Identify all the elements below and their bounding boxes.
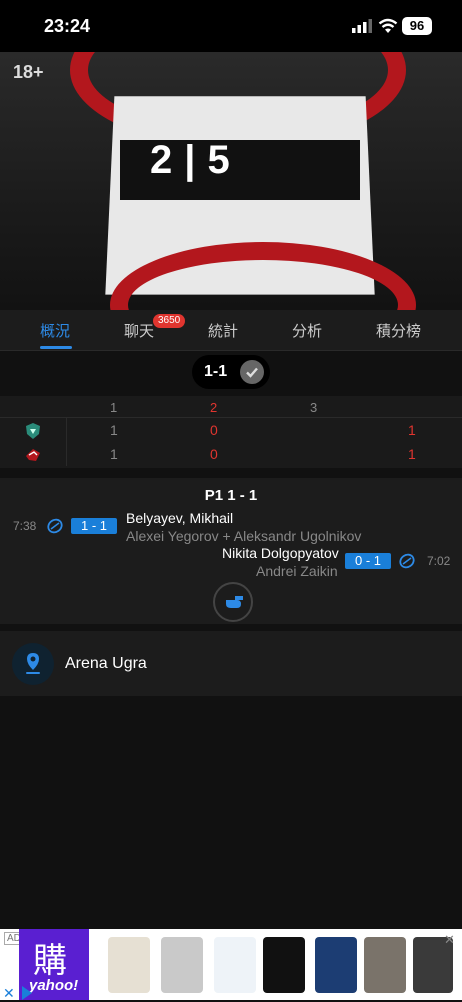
event-time: 7:38 [13,519,37,533]
team-logo-green [26,423,40,439]
event-assists[interactable]: Alexei Yegorov + Aleksandr Ugolnikov [126,528,361,544]
age-rating-badge: 18+ [13,62,44,82]
venue-name: Arena Ugra [65,655,147,672]
match-video-player[interactable]: 2|5 18+ [0,52,462,310]
tab-bar: 概況 聊天 3650 統計 分析 積分榜 [0,310,462,351]
away-total: 1 [408,446,416,462]
event-time: 7:02 [427,554,451,568]
team-logo-red [26,449,40,461]
chat-count-badge: 3650 [153,314,186,328]
event-score: 1 - 1 [71,518,118,534]
home-period-1: 1 [110,422,118,438]
yahoo-wordmark: yahoo! [29,977,79,994]
tab-standings[interactable]: 積分榜 [376,320,421,341]
tab-chat[interactable]: 聊天 [124,320,154,341]
ad-product-image[interactable] [161,937,203,993]
ad-close-icon[interactable]: ✕ [3,985,15,1002]
event-scorer[interactable]: Belyayev, Mikhail [126,510,233,526]
venue-row[interactable]: Arena Ugra [0,631,462,696]
ad-product-image[interactable] [364,937,406,993]
ad-product-image[interactable] [214,937,256,993]
period-header-1: 1 [110,400,118,415]
period-title: P1 1 - 1 [204,487,258,504]
tab-overview[interactable]: 概況 [40,320,70,341]
ad-dismiss-icon[interactable]: ✕ [444,932,455,948]
event-score: 0 - 1 [345,553,392,569]
tab-analysis[interactable]: 分析 [292,320,322,341]
tab-active-indicator [40,346,72,349]
puck-icon [399,553,415,569]
home-total: 1 [408,422,416,438]
ad-product-image[interactable] [315,937,357,993]
period-header-3: 3 [310,400,318,415]
event-assists[interactable]: Andrei Zaikin [256,563,338,579]
ad-product-image[interactable] [108,937,150,993]
away-period-2: 0 [210,446,218,462]
home-period-2: 0 [210,422,218,438]
away-period-1: 1 [110,446,118,462]
location-pin-icon [12,643,54,685]
yahoo-brand-char: 購 [33,942,67,980]
period-score-table: 1 2 3 1 0 1 1 0 1 [0,396,462,468]
scoreboard-score: 2|5 [150,138,242,182]
match-score: 1-1 [204,363,228,380]
adchoices-icon[interactable] [22,986,32,1000]
tab-stats[interactable]: 統計 [208,320,238,341]
match-events: P1 1 - 1 7:38 1 - 1 Belyayev, Mikhail Al… [0,478,462,624]
period-column-divider [66,418,67,466]
puck-icon [47,518,63,534]
battery-indicator: 96 [402,17,432,35]
ad-product-image[interactable] [263,937,305,993]
status-bar: 23:24 96 [0,0,462,52]
period-header-divider [0,417,462,418]
event-scorer[interactable]: Nikita Dolgopyatov [222,545,339,561]
finished-check-icon [240,360,264,384]
period-header-2: 2 [210,400,218,415]
match-score-pill[interactable]: 1-1 [192,355,270,389]
wifi-icon [378,18,398,33]
whistle-icon [213,582,253,622]
cellular-signal-icon [352,19,372,33]
status-time: 23:24 [44,16,91,36]
ad-banner[interactable]: AD 購 yahoo! ✕ ✕ [0,929,462,1002]
